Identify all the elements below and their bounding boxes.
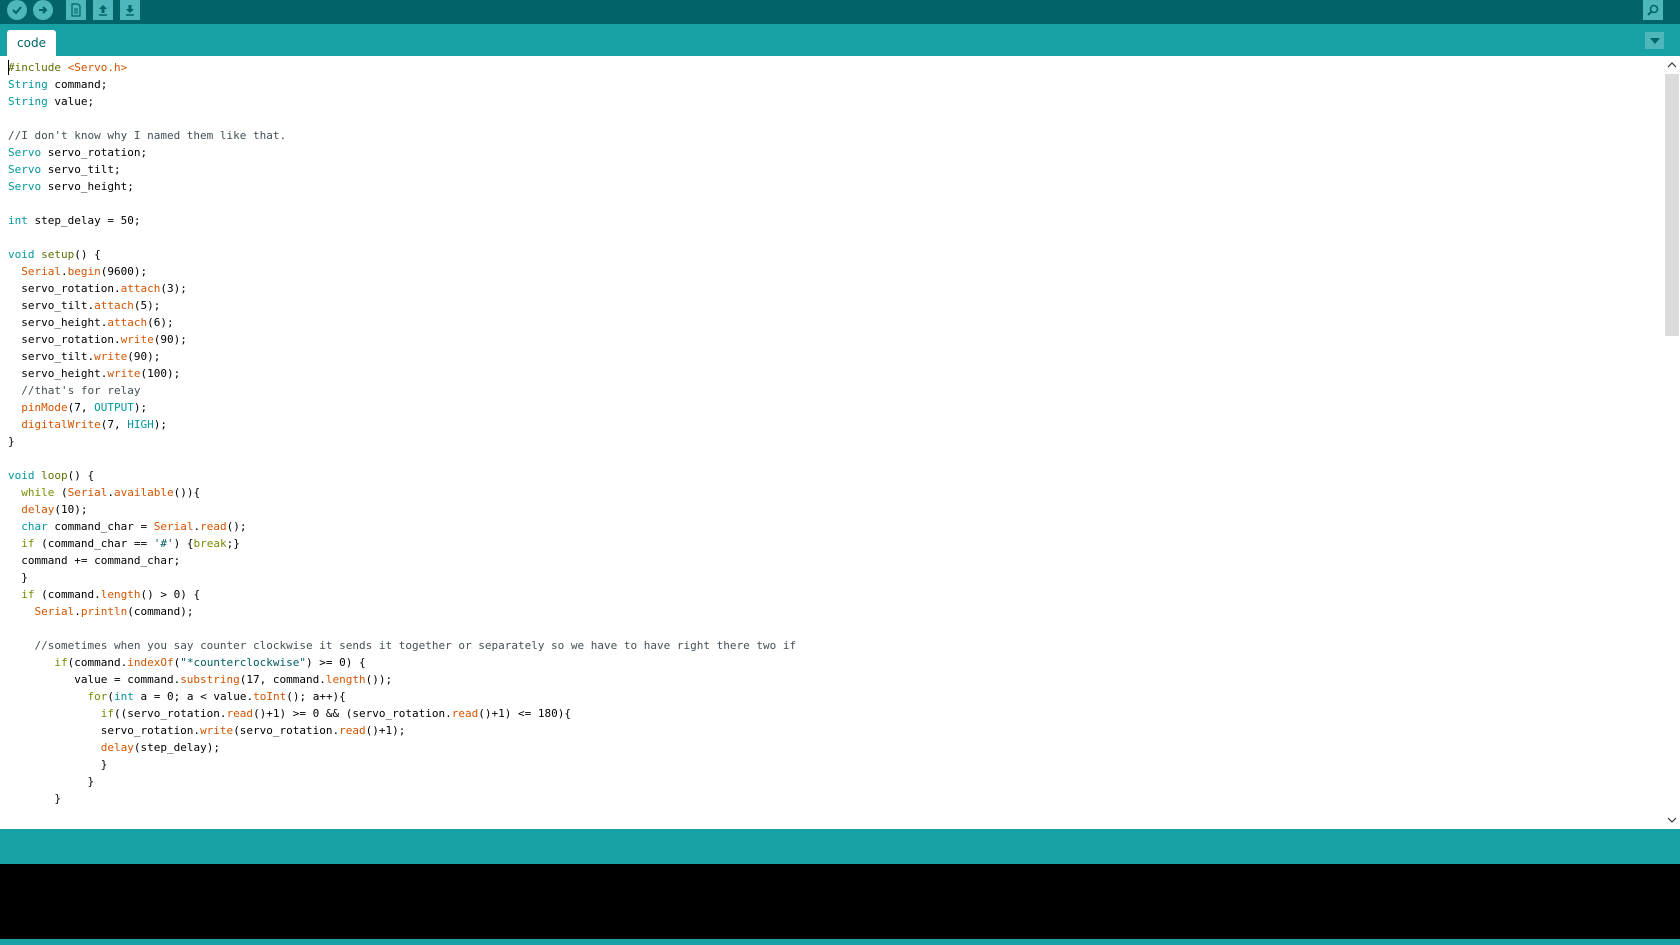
code-line: #include <Servo.h> <box>8 61 128 74</box>
code-line: Servo servo_height; <box>8 180 134 193</box>
code-line: String value; <box>8 95 95 108</box>
code-line: while (Serial.available()){ <box>21 486 201 499</box>
code-line: delay(10); <box>21 503 88 516</box>
code-line: pinMode(7, OUTPUT); <box>21 401 148 414</box>
code-text: #include <Servo.h> String command; String … <box>8 59 796 807</box>
code-line: delay(step_delay); <box>100 741 220 754</box>
code-line: } <box>8 792 61 805</box>
code-line: } <box>8 435 15 448</box>
code-line: digitalWrite(7, HIGH); <box>21 418 167 431</box>
code-line: command += command_char; <box>8 554 181 567</box>
code-editor[interactable]: #include <Servo.h> String command; String … <box>0 56 1680 829</box>
arrow-up-icon <box>99 5 107 16</box>
code-line: String command; <box>8 78 108 91</box>
code-line: //sometimes when you say counter clockwi… <box>34 639 797 652</box>
code-line: if (command_char == '#') {break;} <box>21 537 240 550</box>
magnifier-icon <box>1647 4 1659 16</box>
code-line: //I don't know why I named them like tha… <box>8 129 287 142</box>
tab-bar: code <box>0 24 1680 56</box>
code-line: servo_rotation.attach(3); <box>8 282 187 295</box>
code-line: } <box>8 571 28 584</box>
code-line: servo_height.write(100); <box>8 367 181 380</box>
code-line: if (command.length() > 0) { <box>21 588 201 601</box>
code-line: servo_tilt.write(90); <box>8 350 161 363</box>
code-line: servo_height.attach(6); <box>8 316 174 329</box>
chevron-up-icon <box>1667 62 1677 68</box>
arrow-down-icon <box>126 5 134 16</box>
open-button[interactable] <box>93 0 113 20</box>
scroll-up-arrow[interactable] <box>1664 58 1680 72</box>
code-line: Serial.begin(9600); <box>21 265 148 278</box>
text-cursor <box>8 60 9 75</box>
code-line: //that's for relay <box>21 384 141 397</box>
tab-menu-button[interactable] <box>1645 32 1664 49</box>
code-line: for(int a = 0; a < value.toInt(); a++){ <box>87 690 346 703</box>
code-line: void loop() { <box>8 469 95 482</box>
code-line: servo_rotation.write(servo_rotation.read… <box>8 724 406 737</box>
code-line: void setup() { <box>8 248 101 261</box>
scrollbar-thumb[interactable] <box>1665 74 1679 336</box>
status-bar <box>0 829 1680 864</box>
serial-monitor-button[interactable] <box>1643 0 1663 20</box>
code-line: Serial.println(command); <box>34 605 194 618</box>
code-line: Servo servo_rotation; <box>8 146 148 159</box>
toolbar <box>0 0 1680 24</box>
scroll-down-arrow[interactable] <box>1664 813 1680 827</box>
code-line: if(command.indexOf("*counterclockwise") … <box>54 656 366 669</box>
tab-code[interactable]: code <box>7 30 56 56</box>
chevron-down-icon <box>1649 37 1660 44</box>
code-line: if((servo_rotation.read()+1) >= 0 && (se… <box>100 707 571 720</box>
checkmark-icon <box>7 0 27 20</box>
code-line: int step_delay = 50; <box>8 214 141 227</box>
code-line: servo_tilt.attach(5); <box>8 299 161 312</box>
bottom-status-bar <box>0 939 1680 945</box>
code-line: Servo servo_tilt; <box>8 163 121 176</box>
code-line: } <box>8 758 108 771</box>
console-output[interactable] <box>0 864 1680 939</box>
verify-button[interactable] <box>6 0 28 20</box>
upload-button[interactable] <box>32 0 54 20</box>
editor-scrollbar[interactable] <box>1664 56 1680 829</box>
save-button[interactable] <box>120 0 140 20</box>
new-button[interactable] <box>66 0 86 20</box>
new-file-icon <box>71 3 81 17</box>
arrow-right-icon <box>33 0 53 20</box>
chevron-down-icon <box>1667 817 1677 823</box>
code-line: value = command.substring(17, command.le… <box>8 673 393 686</box>
code-line: } <box>8 775 95 788</box>
code-line: char command_char = Serial.read(); <box>21 520 247 533</box>
code-line: servo_rotation.write(90); <box>8 333 187 346</box>
